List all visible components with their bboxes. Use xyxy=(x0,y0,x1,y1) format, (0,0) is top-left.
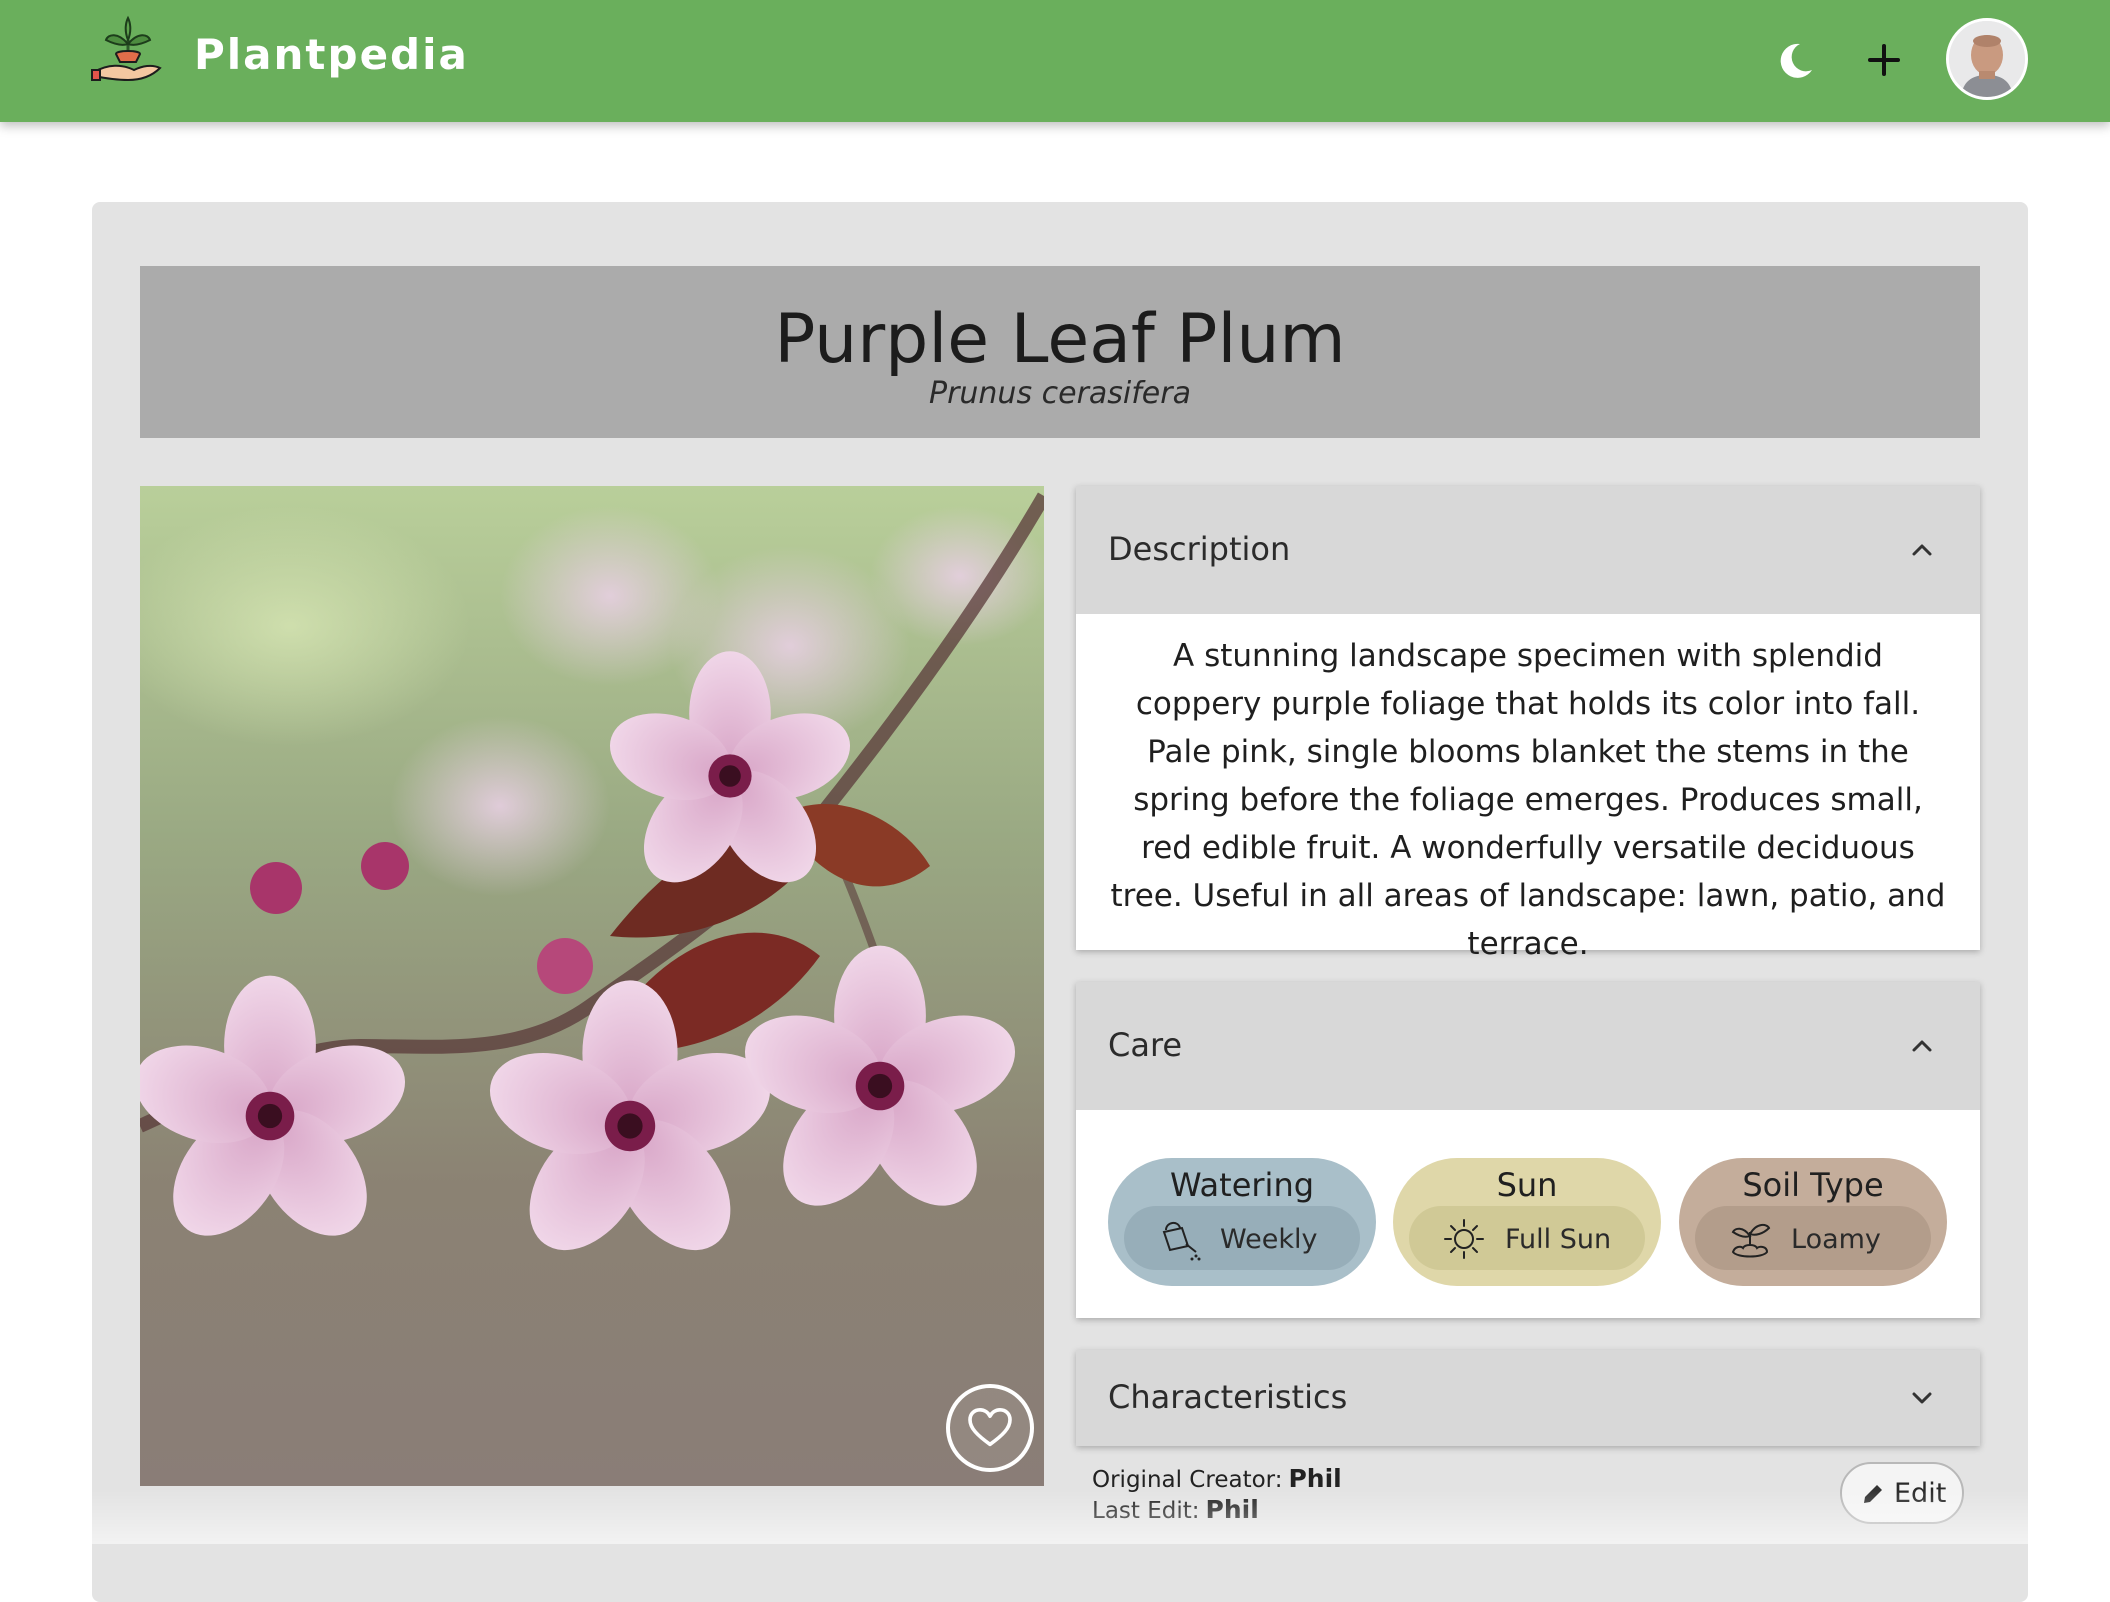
care-chip-sun: Sun Full Sun xyxy=(1393,1158,1661,1286)
characteristics-header[interactable]: Characteristics xyxy=(1076,1350,1980,1446)
care-chip-label: Watering xyxy=(1169,1166,1315,1204)
app-brand[interactable]: Plantpedia xyxy=(194,30,469,79)
description-title: Description xyxy=(1108,530,1291,568)
care-title: Care xyxy=(1108,1026,1183,1064)
care-chip-value-pill: Loamy xyxy=(1695,1206,1931,1270)
heart-icon[interactable] xyxy=(946,1384,1034,1472)
plus-icon[interactable] xyxy=(1856,32,1912,88)
watering-can-icon xyxy=(1162,1222,1201,1261)
chevron-up-icon[interactable] xyxy=(1906,1030,1938,1062)
edit-button[interactable]: Edit xyxy=(1840,1462,1964,1524)
app-bar: Plantpedia xyxy=(0,0,2110,122)
scientific-name: Prunus cerasifera xyxy=(928,376,1191,411)
care-header[interactable]: Care xyxy=(1076,982,1980,1110)
care-chip-value: Weekly xyxy=(1220,1224,1318,1255)
description-accordion: Description A stunning landscape specime… xyxy=(1076,486,1980,962)
care-chip-value: Full Sun xyxy=(1505,1224,1612,1255)
characteristics-accordion: Characteristics xyxy=(1076,1350,1980,1446)
avatar-photo xyxy=(1949,21,2025,97)
creator-name: Phil xyxy=(1288,1464,1342,1493)
sun-icon xyxy=(1444,1219,1484,1259)
care-chip-watering: Watering Weekly xyxy=(1108,1158,1376,1286)
sprout-soil-icon xyxy=(1731,1223,1771,1258)
care-chip-soil: Soil Type Loamy xyxy=(1679,1158,1947,1286)
care-chip-label: Sun xyxy=(1496,1166,1558,1204)
care-chip-value-pill: Weekly xyxy=(1124,1206,1360,1270)
pencil-icon xyxy=(1864,1485,1882,1503)
care-chip-value-pill: Full Sun xyxy=(1409,1206,1645,1270)
last-edit-label: Last Edit: xyxy=(1092,1498,1200,1524)
plant-in-hand-icon[interactable] xyxy=(88,14,168,94)
creator-label: Original Creator: xyxy=(1092,1467,1283,1493)
last-edit-line: Last Edit: Phil xyxy=(1092,1495,1342,1526)
care-chip-label: Soil Type xyxy=(1742,1166,1884,1204)
edit-history: Original Creator: Phil Last Edit: Phil xyxy=(1092,1464,1342,1526)
plant-name: Purple Leaf Plum xyxy=(774,300,1346,379)
chevron-up-icon[interactable] xyxy=(1906,534,1938,566)
characteristics-title: Characteristics xyxy=(1108,1378,1348,1416)
creator-line: Original Creator: Phil xyxy=(1092,1464,1342,1495)
edit-label: Edit xyxy=(1894,1478,1947,1509)
description-text: A stunning landscape specimen with splen… xyxy=(1110,638,1946,962)
chevron-down-icon[interactable] xyxy=(1906,1382,1938,1414)
care-chip-value: Loamy xyxy=(1791,1224,1881,1255)
plant-photo xyxy=(140,486,1044,1486)
title-banner: Purple Leaf Plum Prunus cerasifera xyxy=(140,266,1980,438)
care-chips: Watering Weekly Sun Full Sun Soil Type L… xyxy=(1108,1158,1948,1286)
moon-icon[interactable] xyxy=(1768,32,1824,88)
care-accordion: Care Watering Weekly Sun Full Sun Soil T… xyxy=(1076,982,1980,1318)
last-editor-name: Phil xyxy=(1205,1495,1259,1524)
description-header[interactable]: Description xyxy=(1076,486,1980,614)
avatar[interactable] xyxy=(1946,18,2028,100)
